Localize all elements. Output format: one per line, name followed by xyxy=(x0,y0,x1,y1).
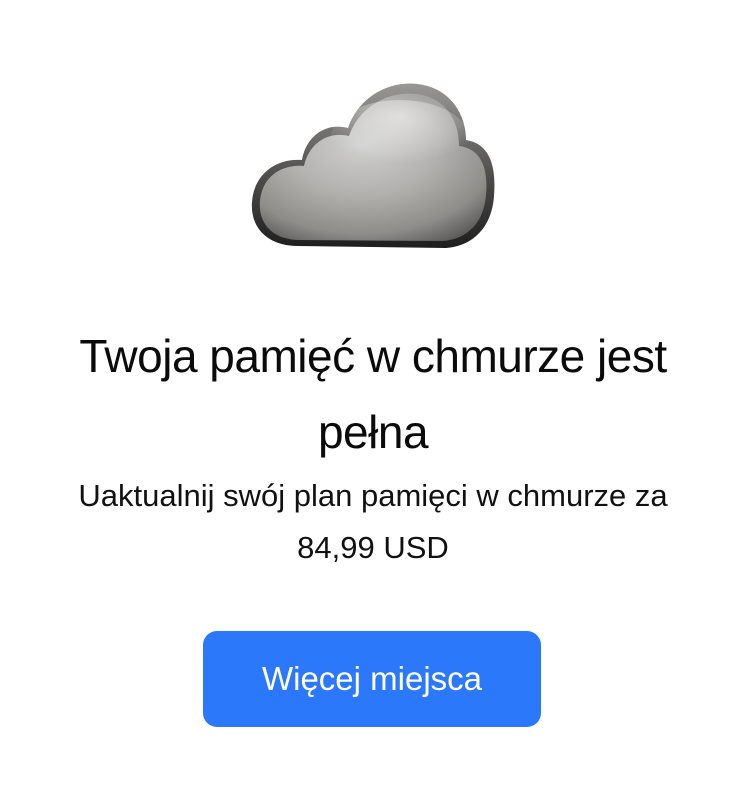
dialog-subtitle: Uaktualnij swój plan pamięci w chmurze z… xyxy=(78,478,668,565)
dialog-title: Twoja pamięć w chmurze jest pełna xyxy=(79,330,667,458)
more-storage-button[interactable]: Więcej miejsca xyxy=(203,631,541,727)
cloud-icon xyxy=(240,70,506,270)
storage-full-dialog: Twoja pamięć w chmurze jest pełna Uaktua… xyxy=(0,0,746,792)
